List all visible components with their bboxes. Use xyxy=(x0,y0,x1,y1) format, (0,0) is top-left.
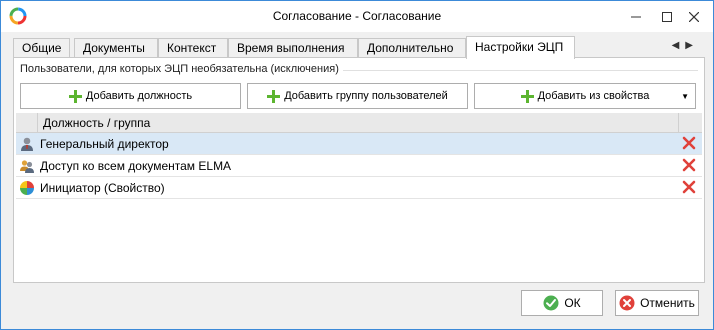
plus-icon xyxy=(520,89,534,103)
grid-row[interactable]: Инициатор (Свойство) xyxy=(16,177,702,199)
maximize-button[interactable] xyxy=(652,5,682,29)
plus-icon xyxy=(267,89,281,103)
delete-icon[interactable] xyxy=(682,158,696,172)
dialog-window: Согласование - Согласование Общие Докуме… xyxy=(0,0,714,330)
user-icon xyxy=(21,137,33,151)
add-group-button[interactable]: Добавить группу пользователей xyxy=(247,83,468,109)
delete-icon[interactable] xyxy=(682,180,696,194)
maximize-icon xyxy=(662,12,672,22)
ok-label: ОК xyxy=(564,296,581,310)
add-from-property-label: Добавить из свойства xyxy=(537,90,650,102)
delete-column-header xyxy=(678,113,702,133)
exceptions-grid: Должность / группа Генеральный директор xyxy=(16,113,702,279)
dropdown-arrow-icon[interactable]: ▼ xyxy=(681,92,689,101)
tab-signature-settings[interactable]: Настройки ЭЦП xyxy=(466,36,575,59)
close-icon xyxy=(689,12,699,22)
minimize-button[interactable] xyxy=(621,5,651,29)
close-window-button[interactable] xyxy=(679,5,709,29)
minimize-icon xyxy=(631,16,641,18)
tab-documents[interactable]: Документы xyxy=(74,38,158,58)
tab-scroll-left-icon[interactable]: ◀ xyxy=(672,40,686,51)
cancel-label: Отменить xyxy=(640,296,695,310)
add-from-property-button[interactable]: Добавить из свойства ▼ xyxy=(474,83,696,109)
tab-execution-time[interactable]: Время выполнения xyxy=(228,38,358,58)
grid-header: Должность / группа xyxy=(16,113,702,133)
tab-scroll-arrows[interactable]: ◀▶ xyxy=(672,40,699,51)
row-text: Генеральный директор xyxy=(40,137,169,151)
add-position-button[interactable]: Добавить должность xyxy=(20,83,241,109)
tab-general[interactable]: Общие xyxy=(13,38,70,58)
row-text: Доступ ко всем документам ELMA xyxy=(40,159,232,173)
delete-icon[interactable] xyxy=(682,136,696,150)
cancel-icon xyxy=(619,295,635,311)
plus-icon xyxy=(68,89,82,103)
add-position-label: Добавить должность xyxy=(85,90,193,102)
tab-strip: Общие Документы Контекст Время выполнени… xyxy=(13,36,705,59)
row-text: Инициатор (Свойство) xyxy=(40,181,165,195)
group-title: Пользователи, для которых ЭЦП необязател… xyxy=(20,63,343,75)
cancel-button[interactable]: Отменить xyxy=(615,290,699,316)
checkmark-icon xyxy=(543,295,559,311)
tab-additional[interactable]: Дополнительно xyxy=(358,38,466,58)
signature-settings-panel: Пользователи, для которых ЭЦП необязател… xyxy=(13,57,705,283)
title-bar[interactable]: Согласование - Согласование xyxy=(1,1,713,32)
window-title: Согласование - Согласование xyxy=(272,9,442,23)
row-selector-header xyxy=(16,113,38,133)
user-group-icon xyxy=(20,160,34,173)
tab-scroll-right-icon[interactable]: ▶ xyxy=(685,40,699,51)
column-header-position-group[interactable]: Должность / группа xyxy=(43,116,150,130)
grid-row[interactable]: Генеральный директор xyxy=(16,133,702,155)
add-group-label: Добавить группу пользователей xyxy=(284,90,448,102)
grid-row[interactable]: Доступ ко всем документам ELMA xyxy=(16,155,702,177)
ok-button[interactable]: ОК xyxy=(521,290,603,316)
property-pie-icon xyxy=(20,181,34,195)
tab-context[interactable]: Контекст xyxy=(158,38,228,58)
